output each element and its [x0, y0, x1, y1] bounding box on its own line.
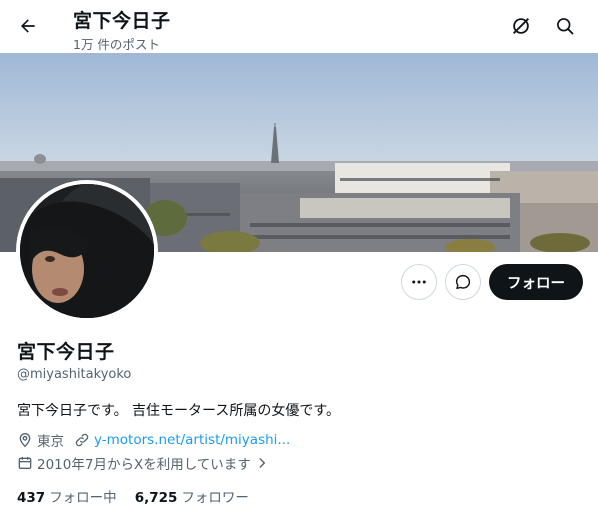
grok-icon [513, 18, 529, 34]
following-stat[interactable]: 437 フォロー中 [17, 486, 117, 506]
joined-text: 2010年7月からXを利用しています [37, 457, 251, 473]
header-title: 宮下今日子 [73, 10, 171, 32]
avatar[interactable] [16, 180, 158, 322]
arrow-left-icon [21, 19, 35, 33]
following-count: 437 [17, 490, 46, 506]
link-icon [75, 433, 89, 447]
back-button[interactable] [10, 8, 46, 44]
profile-handle: @miyashitakyoko [17, 367, 132, 382]
followers-stat[interactable]: 6,725 フォロワー [135, 486, 249, 506]
location-pin-icon [19, 432, 31, 448]
followers-label: フォロワー [181, 490, 249, 506]
follow-button[interactable]: フォロー [489, 264, 583, 300]
joined-row[interactable]: 2010年7月からXを利用しています [17, 453, 283, 473]
top-bar: 宮下今日子 1万 件のポスト [0, 0, 598, 53]
search-button[interactable] [549, 10, 581, 42]
profile-bio: 宮下今日子です。 吉住モータース所属の女優です。 [17, 403, 340, 419]
location: 東京 [17, 430, 64, 450]
more-button[interactable] [401, 264, 437, 300]
calendar-icon [18, 457, 32, 469]
location-text: 東京 [37, 434, 64, 450]
joined-date[interactable]: 2010年7月からXを利用しています [17, 453, 273, 473]
message-button[interactable] [445, 264, 481, 300]
search-icon [557, 18, 574, 35]
message-icon [455, 274, 471, 290]
post-count: 1万 件のポスト [73, 37, 160, 52]
website-link[interactable]: y-motors.net/artist/miyashi... [94, 432, 290, 448]
chevron-right-icon [259, 458, 265, 468]
followers-count: 6,725 [134, 490, 178, 506]
avatar-image [20, 184, 154, 318]
profile-name: 宮下今日子 [17, 341, 115, 363]
following-label: フォロー中 [49, 490, 117, 506]
follow-stats: 437 フォロー中 6,725 フォロワー [17, 486, 267, 506]
profile-meta-row: 東京 y-motors.net/artist/miyashi... [17, 430, 300, 450]
website[interactable]: y-motors.net/artist/miyashi... [74, 432, 290, 448]
more-dots-icon [412, 280, 426, 284]
grok-button[interactable] [505, 10, 537, 42]
